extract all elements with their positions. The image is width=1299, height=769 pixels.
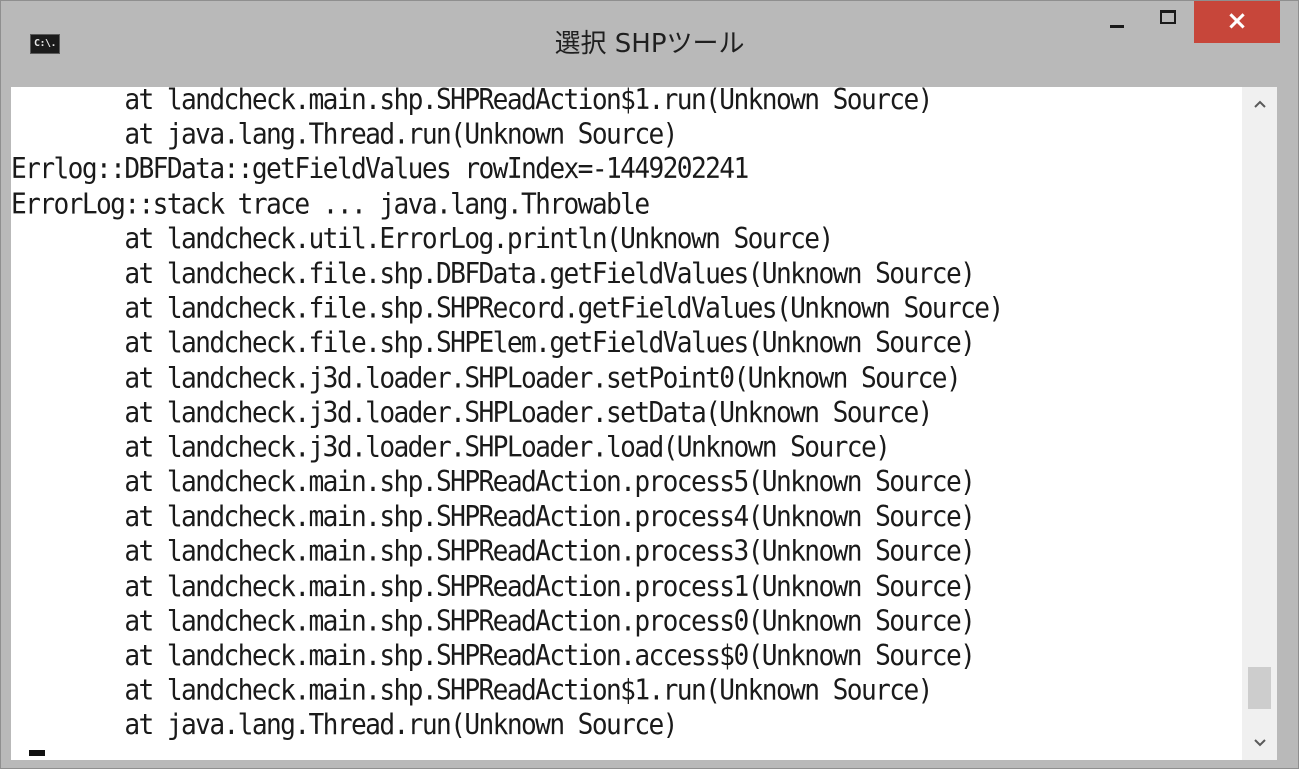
console-line: at landcheck.main.shp.SHPReadAction.proc… bbox=[11, 570, 976, 604]
maximize-button[interactable] bbox=[1143, 1, 1193, 43]
scroll-up-button[interactable] bbox=[1242, 87, 1277, 121]
console-line: at landcheck.main.shp.SHPReadAction.acce… bbox=[11, 640, 976, 673]
chevron-up-icon bbox=[1253, 100, 1266, 108]
console-text: at landcheck.main.shp.SHPReadAction$1.ru… bbox=[11, 87, 1004, 760]
console-line: at landcheck.j3d.loader.SHPLoader.setPoi… bbox=[11, 362, 961, 395]
console-line: at landcheck.main.shp.SHPReadAction.proc… bbox=[11, 605, 976, 638]
console-line: at landcheck.main.shp.SHPReadAction$1.ru… bbox=[11, 87, 933, 117]
console-line: at landcheck.main.shp.SHPReadAction.proc… bbox=[11, 535, 976, 569]
console-line: at landcheck.main.shp.SHPReadAction.proc… bbox=[11, 501, 976, 534]
console-line: at landcheck.main.shp.SHPReadAction.proc… bbox=[11, 466, 976, 499]
close-icon: × bbox=[1226, 6, 1248, 36]
console-line: ErrorLog::stack trace ... java.lang.Thro… bbox=[11, 188, 650, 221]
minimize-icon bbox=[1110, 25, 1124, 28]
console-line: at landcheck.file.shp.SHPElem.getFieldVa… bbox=[11, 327, 976, 360]
chevron-down-icon bbox=[1253, 739, 1266, 747]
window-frame-right bbox=[1277, 87, 1298, 760]
console-line: Errlog::DBFData::getFieldValues rowIndex… bbox=[11, 153, 749, 187]
title-bar[interactable]: C:\. 選択 SHPツール × bbox=[1, 1, 1298, 87]
text-cursor bbox=[29, 750, 45, 756]
console-line: at landcheck.j3d.loader.SHPLoader.setDat… bbox=[11, 396, 933, 430]
vertical-scrollbar[interactable] bbox=[1242, 87, 1277, 760]
scrollbar-thumb[interactable] bbox=[1248, 667, 1271, 710]
close-button[interactable]: × bbox=[1194, 1, 1280, 43]
console-line: at landcheck.main.shp.SHPReadAction$1.ru… bbox=[11, 675, 933, 708]
maximize-icon bbox=[1160, 10, 1176, 24]
scroll-down-button[interactable] bbox=[1242, 726, 1277, 760]
console-line: at landcheck.file.shp.SHPRecord.getField… bbox=[11, 292, 1004, 326]
console-line: at landcheck.file.shp.DBFData.getFieldVa… bbox=[11, 257, 976, 291]
console-line: at landcheck.j3d.loader.SHPLoader.load(U… bbox=[11, 431, 891, 465]
console-line: at landcheck.util.ErrorLog.println(Unkno… bbox=[11, 223, 834, 256]
console-line: at java.lang.Thread.run(Unknown Source) bbox=[11, 709, 678, 743]
console-window: C:\. 選択 SHPツール × at landcheck.main.shp.S… bbox=[0, 0, 1299, 769]
minimize-button[interactable] bbox=[1092, 1, 1142, 43]
console-line: at java.lang.Thread.run(Unknown Source) bbox=[11, 118, 678, 152]
console-output[interactable]: at landcheck.main.shp.SHPReadAction$1.ru… bbox=[11, 87, 1242, 760]
